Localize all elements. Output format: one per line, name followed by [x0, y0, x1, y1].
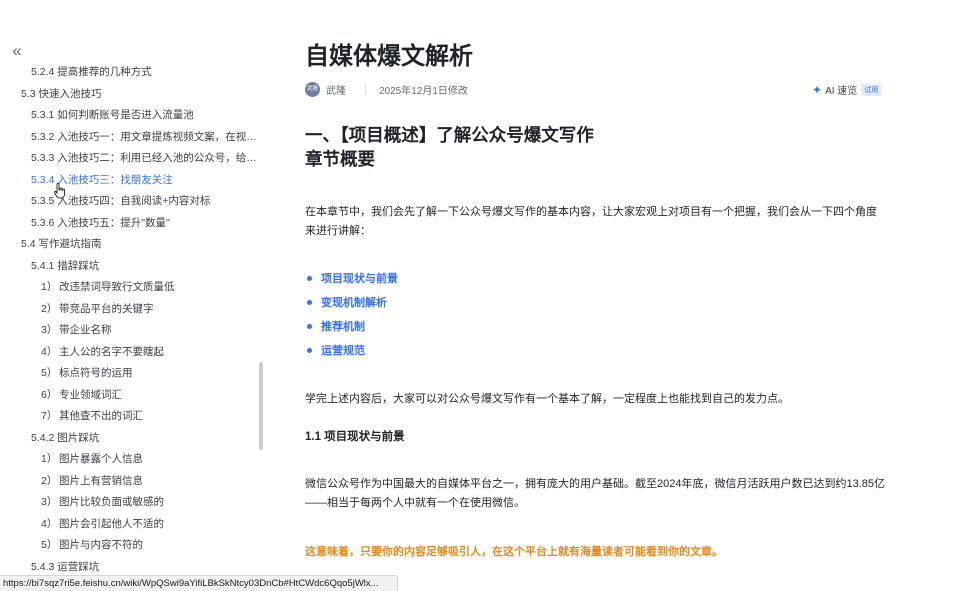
body-paragraph: 微信公众号作为中国最大的自媒体平台之一，拥有庞大的用户基础。截至2024年底，微… [305, 478, 885, 509]
intro-paragraph: 在本章节中，我们会先了解一下公众号爆文写作的基本内容，让大家宏观上对项目有一个把… [305, 206, 877, 237]
bullet-item[interactable]: 变现机制解析 [305, 294, 398, 318]
toc-item[interactable]: 7） 其他查不出的词汇 [0, 406, 260, 428]
toc-item-label: 带竞品平台的关键字 [59, 302, 154, 315]
toc-item[interactable]: 5.4 写作避坑指南 [0, 234, 260, 256]
toc-item-number: 3） [41, 324, 58, 336]
toc-item-label: 图片会引起他人不适的 [59, 517, 164, 530]
toc-item-number: 5） [41, 539, 58, 551]
toc-item[interactable]: 6） 专业领域词汇 [0, 385, 260, 407]
avatar[interactable]: 武隆 [305, 81, 320, 97]
toc-item-number: 5） [41, 367, 58, 379]
ai-summary-button[interactable]: ✦ AI 速览 试用 [812, 82, 882, 97]
toc-item-number: 2） [41, 302, 58, 315]
page-title: 自媒体爆文解析 [305, 43, 473, 70]
sidebar-scrollbar[interactable] [259, 362, 263, 450]
toc-item-label: 5.3.2 入池技巧一：用文章提炼视频文案，在视频... [31, 130, 260, 143]
ai-summary-label: AI 速览 [825, 86, 858, 97]
bullet-item[interactable]: 项目现状与前景 [305, 270, 398, 294]
collapse-sidebar-icon[interactable]: « [8, 42, 26, 61]
toc-item-label: 图片比较负面或敏感的 [59, 496, 164, 508]
toc-item-label: 5.3.6 入池技巧五：提升"数量" [31, 216, 170, 229]
toc-item-number: 4） [41, 345, 58, 358]
toc-item[interactable]: 5.4.1 措辞踩坑 [0, 256, 260, 278]
toc-item[interactable]: 4） 主人公的名字不要瞎起 [0, 342, 260, 364]
bullet-item[interactable]: 运营规范 [305, 342, 398, 366]
trial-badge: 试用 [861, 83, 882, 96]
toc-item[interactable]: 5.3.1 如何判断账号是否进入流量池 [0, 105, 260, 127]
toc-item[interactable]: 5.3.5 入池技巧四：自我阅读+内容对标 [0, 191, 260, 213]
toc-item[interactable]: 5） 图片与内容不符的 [0, 535, 260, 557]
bullet-item[interactable]: 推荐机制 [305, 318, 398, 342]
toc-item-label: 5.4.2 图片踩坑 [31, 431, 100, 444]
toc-item-number: 4） [41, 517, 58, 530]
toc-item-label: 5.3.4 入池技巧三：找朋友关注 [31, 173, 173, 186]
toc-item[interactable]: 1） 改违禁词导致行文质量低 [0, 277, 260, 299]
toc-item[interactable]: 5.3.2 入池技巧一：用文章提炼视频文案，在视频... [0, 127, 260, 149]
mouse-pointer-icon [54, 183, 65, 199]
topic-bullet-list: 项目现状与前景 变现机制解析 推荐机制 运营规范 [305, 270, 398, 366]
summary-paragraph: 学完上述内容后，大家可以对公众号爆文写作有一个基本了解，一定程度上也能找到自己的… [305, 393, 789, 405]
section-heading-line1: 一、【项目概述】了解公众号爆文写作 [305, 125, 594, 145]
toc-item[interactable]: 5.2.4 提高推荐的几种方式 [0, 62, 260, 84]
toc-item[interactable]: 5.3.6 入池技巧五：提升"数量" [0, 213, 260, 235]
toc-item[interactable]: 3） 带企业名称 [0, 320, 260, 342]
sidebar-toc: « 5.2.4 提高推荐的几种方式 5.3 快速入池技巧 5.3.1 如何判断账号是… [0, 0, 268, 591]
highlight-paragraph: 这意味着，只要你的内容足够吸引人，在这个平台上就有海量读者可能看到你的文章。 [305, 546, 723, 558]
toc-item-number: 7） [41, 410, 58, 422]
toc-item-label: 5.4.1 措辞踩坑 [31, 259, 100, 272]
toc-item[interactable]: 5.4.2 图片踩坑 [0, 428, 260, 450]
toc-item-label: 5.3.1 如何判断账号是否进入流量池 [31, 109, 194, 121]
toc-item[interactable]: 5.3.4 入池技巧三：找朋友关注 [0, 170, 260, 192]
modified-time: 2025年12月1日修改 [379, 85, 468, 97]
toc-item-label: 其他查不出的词汇 [59, 410, 143, 422]
toc-item[interactable]: 1） 图片暴露个人信息 [0, 449, 260, 471]
toc-item-label: 标点符号的运用 [59, 367, 133, 379]
toc-item-number: 2） [41, 474, 58, 487]
toc-item-number: 3） [41, 496, 58, 508]
sparkle-icon: ✦ [812, 82, 823, 97]
toc-item-label: 改违禁词导致行文质量低 [59, 281, 175, 293]
meta-divider [365, 83, 366, 95]
toc-item-label: 带企业名称 [59, 324, 112, 336]
toc-item[interactable]: 4） 图片会引起他人不适的 [0, 514, 260, 536]
doc-meta: 武隆 武隆 2025年12月1日修改 [305, 81, 468, 97]
toc-item-label: 图片上有营销信息 [59, 474, 143, 487]
toc-item-label: 主人公的名字不要瞎起 [59, 345, 164, 358]
toc-item-number: 1） [41, 281, 58, 293]
toc-item[interactable]: 3） 图片比较负面或敏感的 [0, 492, 260, 514]
toc-item[interactable]: 5.3.3 入池技巧二：利用已经入池的公众号，给未... [0, 148, 260, 170]
toc-item[interactable]: 2） 带竞品平台的关键字 [0, 299, 260, 321]
toc-item-label: 专业领域词汇 [59, 388, 122, 401]
toc-item[interactable]: 5） 标点符号的运用 [0, 363, 260, 385]
toc-item[interactable]: 2） 图片上有营销信息 [0, 471, 260, 493]
toc-list: 5.2.4 提高推荐的几种方式 5.3 快速入池技巧 5.3.1 如何判断账号是否进… [0, 62, 260, 578]
link-url-statusbar: https://bi7sqz7ri5e.feishu.cn/wiki/WpQSw… [0, 575, 398, 591]
toc-item-number: 6） [41, 388, 58, 401]
toc-item-label: 5.4.3 运营踩坑 [31, 560, 100, 573]
section-heading-line2: 章节概要 [305, 149, 375, 169]
subsection-heading: 1.1 项目现状与前景 [305, 431, 405, 443]
toc-item-label: 图片与内容不符的 [59, 539, 143, 551]
toc-item-label: 5.2.4 提高推荐的几种方式 [31, 66, 152, 78]
toc-item-number: 1） [41, 453, 58, 465]
toc-item[interactable]: 5.3 快速入池技巧 [0, 84, 260, 106]
author-name[interactable]: 武隆 [326, 82, 346, 97]
section-heading: 一、【项目概述】了解公众号爆文写作 章节概要 [305, 123, 594, 171]
toc-item-label: 5.4 写作避坑指南 [21, 238, 102, 250]
toc-item-label: 图片暴露个人信息 [59, 453, 143, 465]
toc-item-label: 5.3 快速入池技巧 [21, 87, 102, 100]
toc-item-label: 5.3.3 入池技巧二：利用已经入池的公众号，给未... [31, 152, 260, 164]
